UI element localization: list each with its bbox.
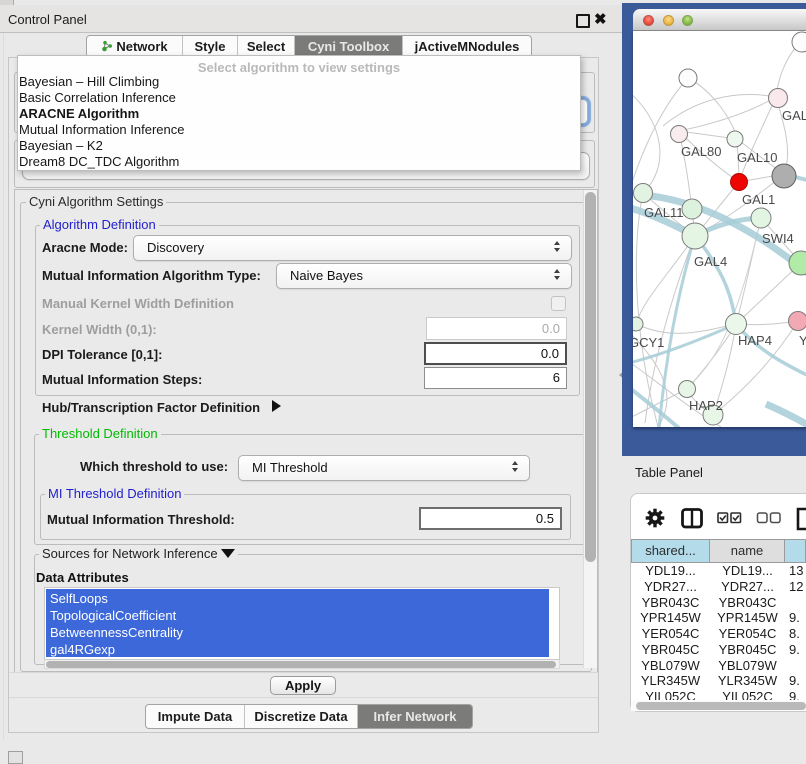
svg-text:GAL4: GAL4: [694, 254, 727, 269]
svg-text:Y: Y: [799, 333, 806, 348]
svg-text:GCY1: GCY1: [633, 335, 664, 350]
svg-text:GAL80: GAL80: [681, 144, 721, 159]
svg-text:HAP4: HAP4: [738, 333, 772, 348]
svg-text:GAL1: GAL1: [742, 192, 775, 207]
svg-text:HAP2: HAP2: [689, 398, 723, 413]
svg-text:GAL10: GAL10: [737, 150, 777, 165]
svg-text:GAL8: GAL8: [782, 108, 806, 123]
svg-text:GAL11: GAL11: [644, 205, 684, 220]
svg-text:SWI4: SWI4: [762, 231, 794, 246]
